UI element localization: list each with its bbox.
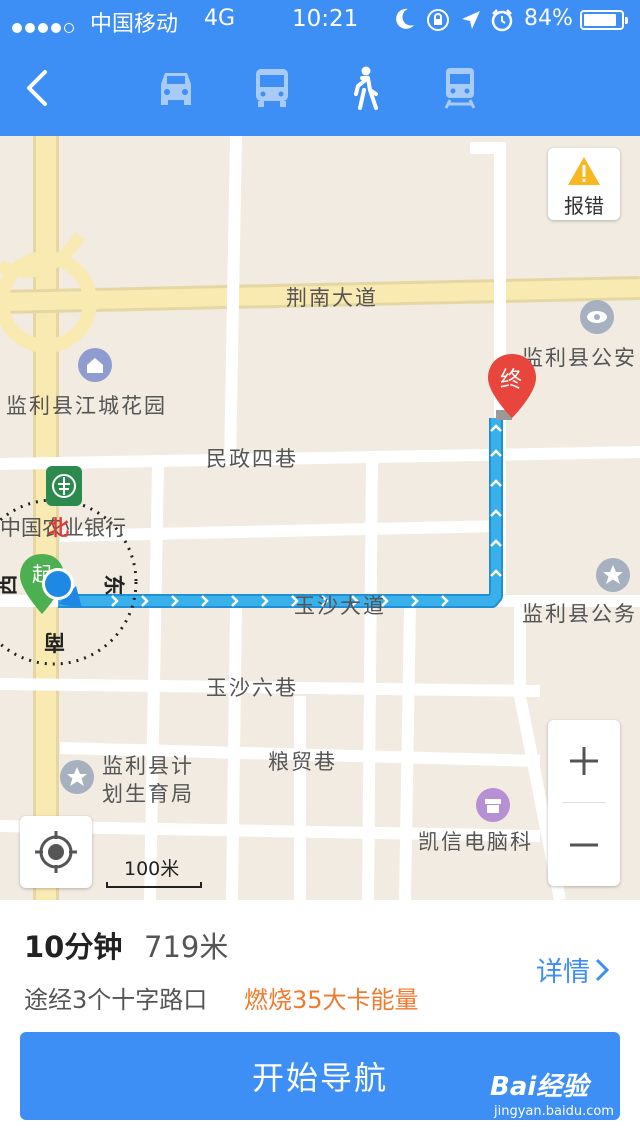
- zoom-out-button[interactable]: [548, 804, 620, 886]
- warning-icon: [568, 157, 600, 185]
- scale-label: 100米: [124, 858, 180, 880]
- carrier-label: 中国移动: [90, 12, 179, 37]
- rotation-lock-icon: [426, 8, 450, 38]
- end-marker[interactable]: 终: [486, 352, 540, 430]
- route-distance: 719米: [144, 930, 229, 964]
- star-icon: [60, 760, 94, 794]
- bank-icon: [46, 466, 82, 506]
- train-icon: [444, 68, 476, 109]
- network-label: 4G: [204, 6, 236, 31]
- poi-kaixin[interactable]: 凯信电脑科: [418, 826, 533, 856]
- route-via: 途经3个十字路口: [24, 986, 208, 1014]
- report-error-label: 报错: [564, 194, 604, 218]
- poi-jiangcheng[interactable]: 监利县江城花园: [6, 390, 167, 420]
- mode-train-button[interactable]: [430, 58, 490, 118]
- mode-bus-button[interactable]: [242, 58, 302, 118]
- zoom-in-button[interactable]: [548, 720, 620, 802]
- start-navigation-label: 开始导航: [251, 1059, 388, 1097]
- watermark-logo: Bai经验: [490, 1072, 589, 1102]
- scale-bar: [106, 882, 202, 888]
- crosshair-icon: [35, 831, 77, 873]
- poi-jihua-line2[interactable]: 划生育局: [102, 778, 194, 808]
- plus-icon: [570, 747, 598, 775]
- mode-walk-button[interactable]: [334, 58, 394, 118]
- shop-icon: [476, 788, 510, 822]
- location-dot-icon: [42, 568, 82, 608]
- calorie-burn: 燃烧35大卡能量: [244, 986, 419, 1014]
- poi-gov[interactable]: 监利县公务: [522, 598, 637, 628]
- current-location-marker: [38, 564, 82, 608]
- location-arrow-icon: [460, 9, 482, 37]
- baidu-watermark: Bai经验 jingyan.baidu.com: [490, 1062, 630, 1122]
- locate-me-button[interactable]: [20, 816, 92, 888]
- compass-south: 南: [44, 630, 65, 654]
- mode-car-button[interactable]: [146, 58, 206, 118]
- watermark-url: jingyan.baidu.com: [494, 1104, 614, 1119]
- alarm-icon: [490, 8, 514, 38]
- moon-icon: [394, 7, 416, 37]
- route-time: 10分钟: [24, 930, 123, 964]
- road-label-yusha: 玉沙大道: [294, 594, 386, 618]
- housing-icon: [78, 348, 112, 382]
- back-button[interactable]: [8, 58, 68, 118]
- road-label-liangmao: 粮贸巷: [268, 750, 337, 774]
- bus-icon: [256, 69, 288, 107]
- car-icon: [161, 73, 191, 105]
- road-label-jingnan: 荆南大道: [286, 286, 378, 310]
- end-label: 终: [500, 368, 523, 393]
- details-link[interactable]: 详情: [536, 950, 610, 989]
- star-icon: [596, 558, 630, 592]
- map-scale: 100米: [106, 854, 202, 888]
- police-icon: [580, 300, 614, 334]
- status-bar: 中国移动 4G 10:21 84%: [0, 0, 640, 40]
- signal-strength-icon: [12, 14, 77, 39]
- minus-icon: [570, 843, 598, 847]
- battery-percent: 84%: [524, 6, 573, 31]
- walk-icon: [354, 66, 378, 110]
- compass-north: 北: [48, 516, 69, 540]
- zoom-divider: [562, 802, 606, 803]
- clock: 10:21: [292, 6, 359, 32]
- map-view[interactable]: 荆南大道 民政四巷 玉沙大道 玉沙六巷 粮贸巷 监利县江城花园 中国农业银行 监…: [0, 136, 640, 900]
- back-chevron-icon: [27, 70, 47, 106]
- battery-icon: [580, 10, 628, 30]
- zoom-controls: [548, 720, 620, 886]
- compass-east: 东: [101, 574, 126, 596]
- report-error-button[interactable]: 报错: [548, 148, 620, 220]
- poi-jihua-line1[interactable]: 监利县计: [102, 750, 194, 780]
- nav-bar: [0, 40, 640, 136]
- chevron-right-icon: [595, 958, 610, 981]
- road-label-yusha6: 玉沙六巷: [206, 676, 298, 700]
- road-label-minzheng: 民政四巷: [206, 447, 298, 471]
- details-label: 详情: [536, 957, 590, 988]
